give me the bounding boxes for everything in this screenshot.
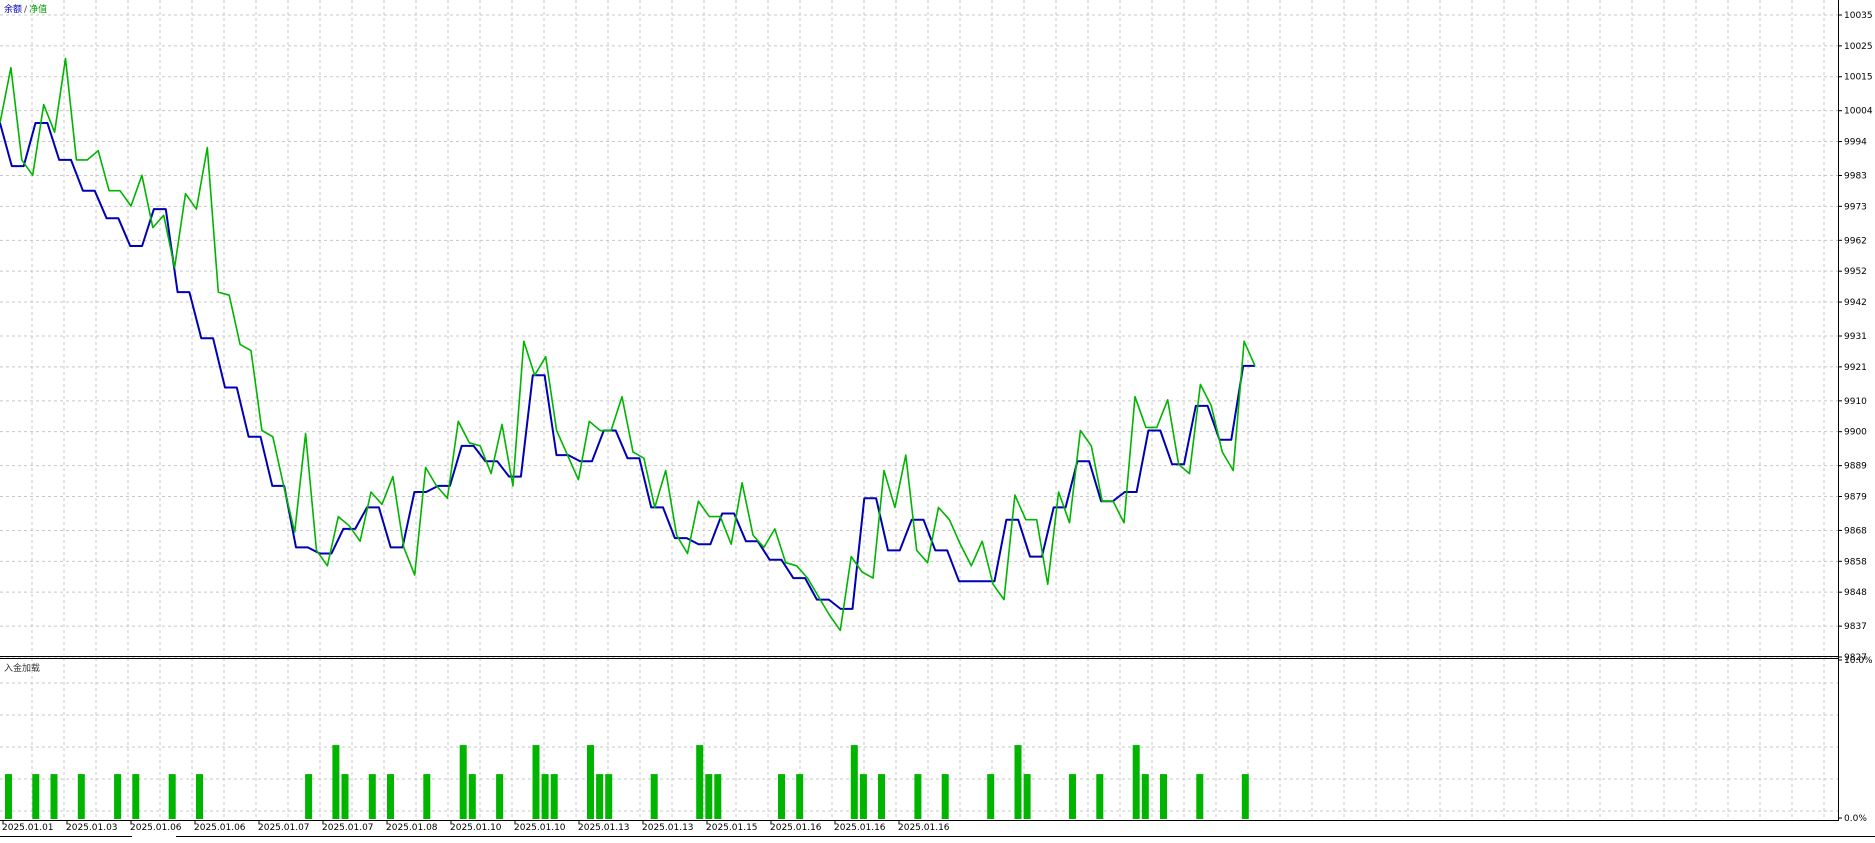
- deposit-load-bar: [196, 774, 203, 819]
- x-tick-label: 2025.01.16: [770, 823, 822, 833]
- chart-window: 9827 9837 9848 9858 9868 9879 9889 9900 9910 9921…: [0, 0, 1875, 839]
- y-tick-label: 9994: [1844, 138, 1867, 148]
- y-tick-label: 9931: [1844, 332, 1867, 342]
- x-tick-label: 2025.01.03: [66, 823, 118, 833]
- y-tick-label: 10025: [1844, 42, 1873, 52]
- x-tick-label: 2025.01.10: [514, 823, 566, 833]
- deposit-load-bar: [596, 774, 604, 819]
- x-tick-label: 2025.01.16: [898, 823, 950, 833]
- deposit-load-bar: [914, 774, 922, 819]
- x-tick-label: 2025.01.07: [322, 823, 374, 833]
- deposit-load-title: 入金加载: [4, 664, 41, 674]
- y-tick-label: 9973: [1844, 202, 1867, 212]
- deposit-load-bar: [305, 774, 313, 819]
- equity-line: [0, 57, 1256, 632]
- deposit-load-bar: [50, 774, 58, 819]
- x-tick-label: 2025.01.15: [706, 823, 758, 833]
- x-tick-label: 2025.01.06: [130, 823, 182, 833]
- deposit-load-bar: [1023, 774, 1031, 819]
- deposit-load-bar: [387, 774, 394, 819]
- deposit-load-bar: [77, 774, 85, 819]
- legend-separator: /: [24, 5, 28, 15]
- y-tick-label: 10015: [1844, 73, 1873, 83]
- deposit-load-bar: [587, 745, 594, 819]
- deposit-load-bar: [1160, 774, 1167, 819]
- chart-canvas: 9827983798489858986898799889990099109921…: [0, 0, 1875, 837]
- y-tick-label: 10.0%: [1844, 656, 1873, 666]
- y-tick-label: 9942: [1844, 298, 1867, 308]
- x-tick-label: 2025.01.10: [450, 823, 502, 833]
- x-tick-label: 2025.01.08: [386, 823, 438, 833]
- legend-balance: 余额: [4, 5, 23, 15]
- deposit-load-bar: [705, 774, 713, 819]
- x-tick-label: 2025.01.13: [578, 823, 630, 833]
- y-tick-label: 9868: [1844, 526, 1867, 536]
- deposit-load-bar: [532, 745, 540, 819]
- y-tick-label: 9921: [1844, 363, 1867, 373]
- deposit-load-bar: [1241, 774, 1249, 819]
- deposit-load-bar: [114, 774, 122, 819]
- deposit-load-bar: [341, 774, 349, 819]
- y-tick-label: 9858: [1844, 557, 1867, 567]
- y-tick-label: 9879: [1844, 493, 1867, 503]
- deposit-load-bar: [496, 774, 504, 819]
- deposit-load-bar: [468, 774, 476, 819]
- y-tick-label: 0.0%: [1844, 814, 1867, 824]
- deposit-load-bar: [1196, 774, 1204, 819]
- deposit-load-bar: [941, 774, 949, 819]
- y-tick-label: 9837: [1844, 622, 1867, 632]
- y-tick-label: 9962: [1844, 236, 1867, 246]
- y-tick-label: 9983: [1844, 172, 1867, 182]
- deposit-load-bar: [541, 774, 549, 819]
- y-tick-label: 9910: [1844, 397, 1867, 407]
- x-tick-label: 2025.01.06: [194, 823, 246, 833]
- grid-lines: [0, 0, 1838, 819]
- deposit-load-bar: [1014, 745, 1022, 819]
- deposit-load-bar: [859, 774, 867, 819]
- deposit-load-bar: [332, 745, 340, 819]
- deposit-load-bar: [5, 774, 12, 819]
- y-tick-label: 9952: [1844, 267, 1867, 277]
- deposit-load-bar: [1141, 774, 1149, 819]
- deposit-load-bar: [423, 774, 431, 819]
- deposit-load-bar: [605, 774, 613, 819]
- deposit-load-bar: [32, 774, 40, 819]
- main-legend: 余额 / 净值: [4, 2, 47, 15]
- deposit-load-bar: [650, 774, 658, 819]
- y-tick-label: 9848: [1844, 588, 1867, 598]
- deposit-load-bar: [550, 774, 558, 819]
- x-tick-label: 2025.01.07: [258, 823, 310, 833]
- deposit-load-bar: [696, 745, 704, 819]
- deposit-load-bar: [778, 774, 785, 819]
- deposit-load-bar: [878, 774, 885, 819]
- deposit-load-bar: [1069, 774, 1076, 819]
- deposit-load-bar: [1096, 774, 1104, 819]
- deposit-load-bar: [368, 774, 376, 819]
- x-tick-label: 2025.01.13: [642, 823, 694, 833]
- deposit-load-bar: [168, 774, 176, 819]
- y-tick-label: 10035: [1844, 11, 1873, 21]
- deposit-load-bar: [850, 745, 858, 819]
- deposit-load-bar: [459, 745, 467, 819]
- legend-equity: 净值: [29, 5, 48, 15]
- y-tick-label: 10004: [1844, 107, 1873, 117]
- y-tick-label: 9889: [1844, 462, 1867, 472]
- deposit-load-bar: [714, 774, 722, 819]
- deposit-load-bar: [796, 774, 804, 819]
- x-tick-label: 2025.01.01: [2, 823, 54, 833]
- y-tick-label: 9900: [1844, 428, 1867, 438]
- deposit-load-bar: [987, 774, 995, 819]
- balance-line: [0, 122, 1255, 610]
- x-tick-label: 2025.01.16: [834, 823, 886, 833]
- deposit-load-bar: [132, 774, 140, 819]
- deposit-load-bar: [1132, 745, 1140, 819]
